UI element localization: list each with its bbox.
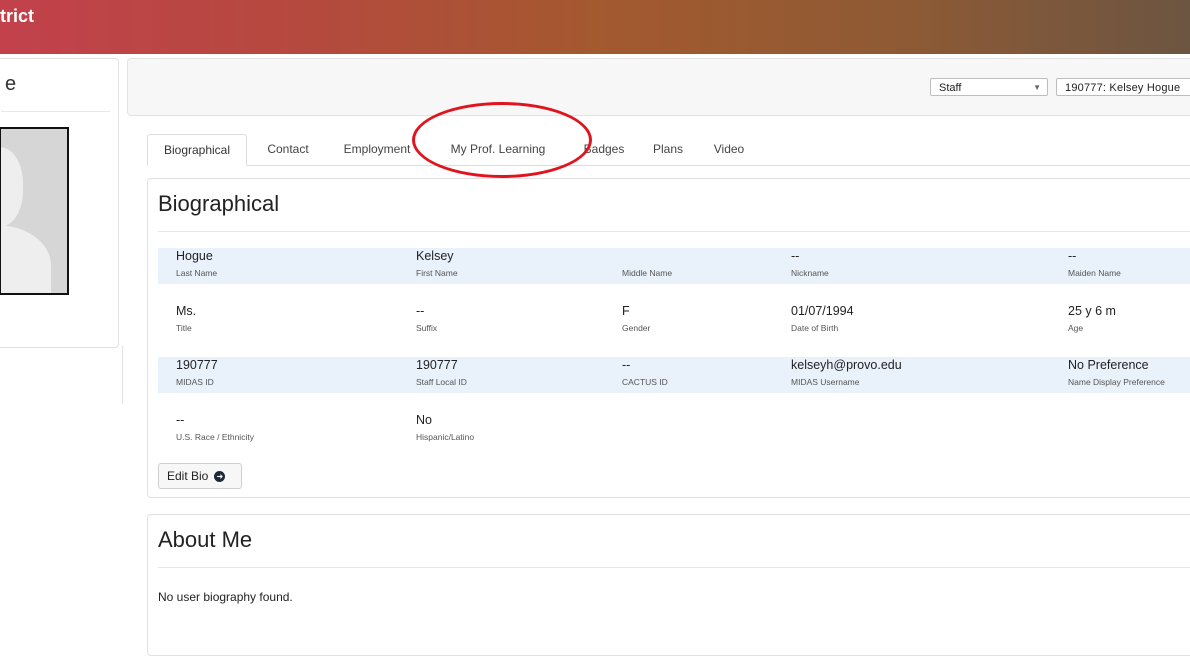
panel-divider — [158, 567, 1190, 568]
panel-divider — [158, 231, 1190, 232]
selector-toolbar: Staff ▼ 190777: Kelsey Hogue — [127, 58, 1190, 116]
bio-row: 190777 MIDAS ID 190777 Staff Local ID --… — [158, 357, 1190, 393]
sidebar-heading: e — [5, 73, 17, 95]
about-me-panel: About Me No user biography found. — [147, 514, 1190, 656]
sidebar-divider — [1, 111, 110, 112]
about-me-text: No user biography found. — [158, 590, 293, 604]
tab-biographical[interactable]: Biographical — [147, 134, 247, 166]
person-select[interactable]: 190777: Kelsey Hogue — [1056, 78, 1190, 96]
edit-bio-label: Edit Bio — [167, 469, 209, 483]
biographical-title: Biographical — [158, 191, 280, 216]
sidebar-rule — [122, 346, 123, 404]
tab-employment[interactable]: Employment — [335, 134, 419, 164]
tab-my-prof-learning[interactable]: My Prof. Learning — [437, 134, 559, 164]
bio-row: Hogue Last Name Kelsey First Name Middle… — [158, 248, 1190, 284]
bio-row: Ms. Title -- Suffix F Gender 01/07/1994 … — [176, 304, 1116, 333]
biographical-panel: Biographical Hogue Last Name Kelsey Firs… — [147, 178, 1190, 498]
profile-sidebar: e — [0, 58, 119, 348]
bio-row: -- U.S. Race / Ethnicity No Hispanic/Lat… — [176, 413, 475, 442]
edit-bio-button[interactable]: Edit Bio ➜ — [158, 463, 242, 489]
tab-badges[interactable]: Badges — [577, 134, 631, 164]
profile-tabs: Biographical Contact Employment My Prof.… — [147, 134, 1190, 166]
tab-contact[interactable]: Contact — [253, 134, 323, 164]
avatar-silhouette-shoulders — [1, 225, 51, 293]
avatar-silhouette-head — [1, 147, 23, 227]
circle-arrow-right-icon: ➜ — [214, 471, 226, 483]
about-me-title: About Me — [158, 527, 253, 552]
top-banner: trict — [0, 0, 1190, 54]
avatar — [0, 127, 69, 295]
banner-title: trict — [0, 6, 35, 26]
role-select-value: Staff — [939, 82, 962, 94]
tab-plans[interactable]: Plans — [645, 134, 691, 164]
person-select-value: 190777: Kelsey Hogue — [1065, 82, 1181, 94]
tab-video[interactable]: Video — [705, 134, 753, 164]
caret-down-icon: ▼ — [1033, 83, 1041, 92]
role-select[interactable]: Staff ▼ — [930, 78, 1048, 96]
